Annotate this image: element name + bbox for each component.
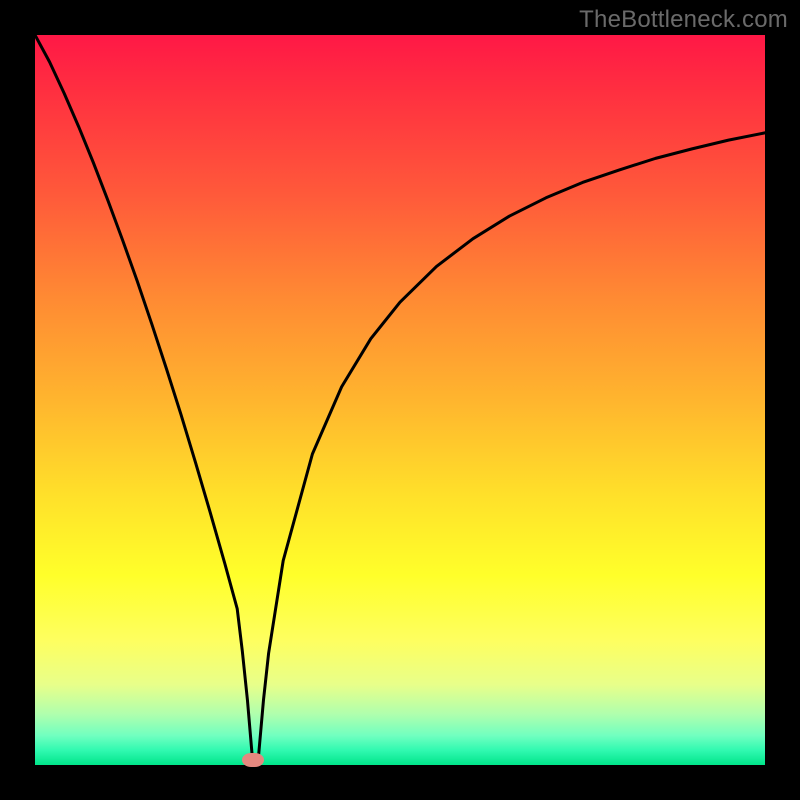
watermark-text: TheBottleneck.com — [579, 6, 788, 34]
chart-frame: TheBottleneck.com — [0, 0, 800, 800]
plot-area — [35, 35, 765, 765]
bottleneck-curve — [35, 35, 765, 765]
optimum-marker — [242, 753, 264, 767]
